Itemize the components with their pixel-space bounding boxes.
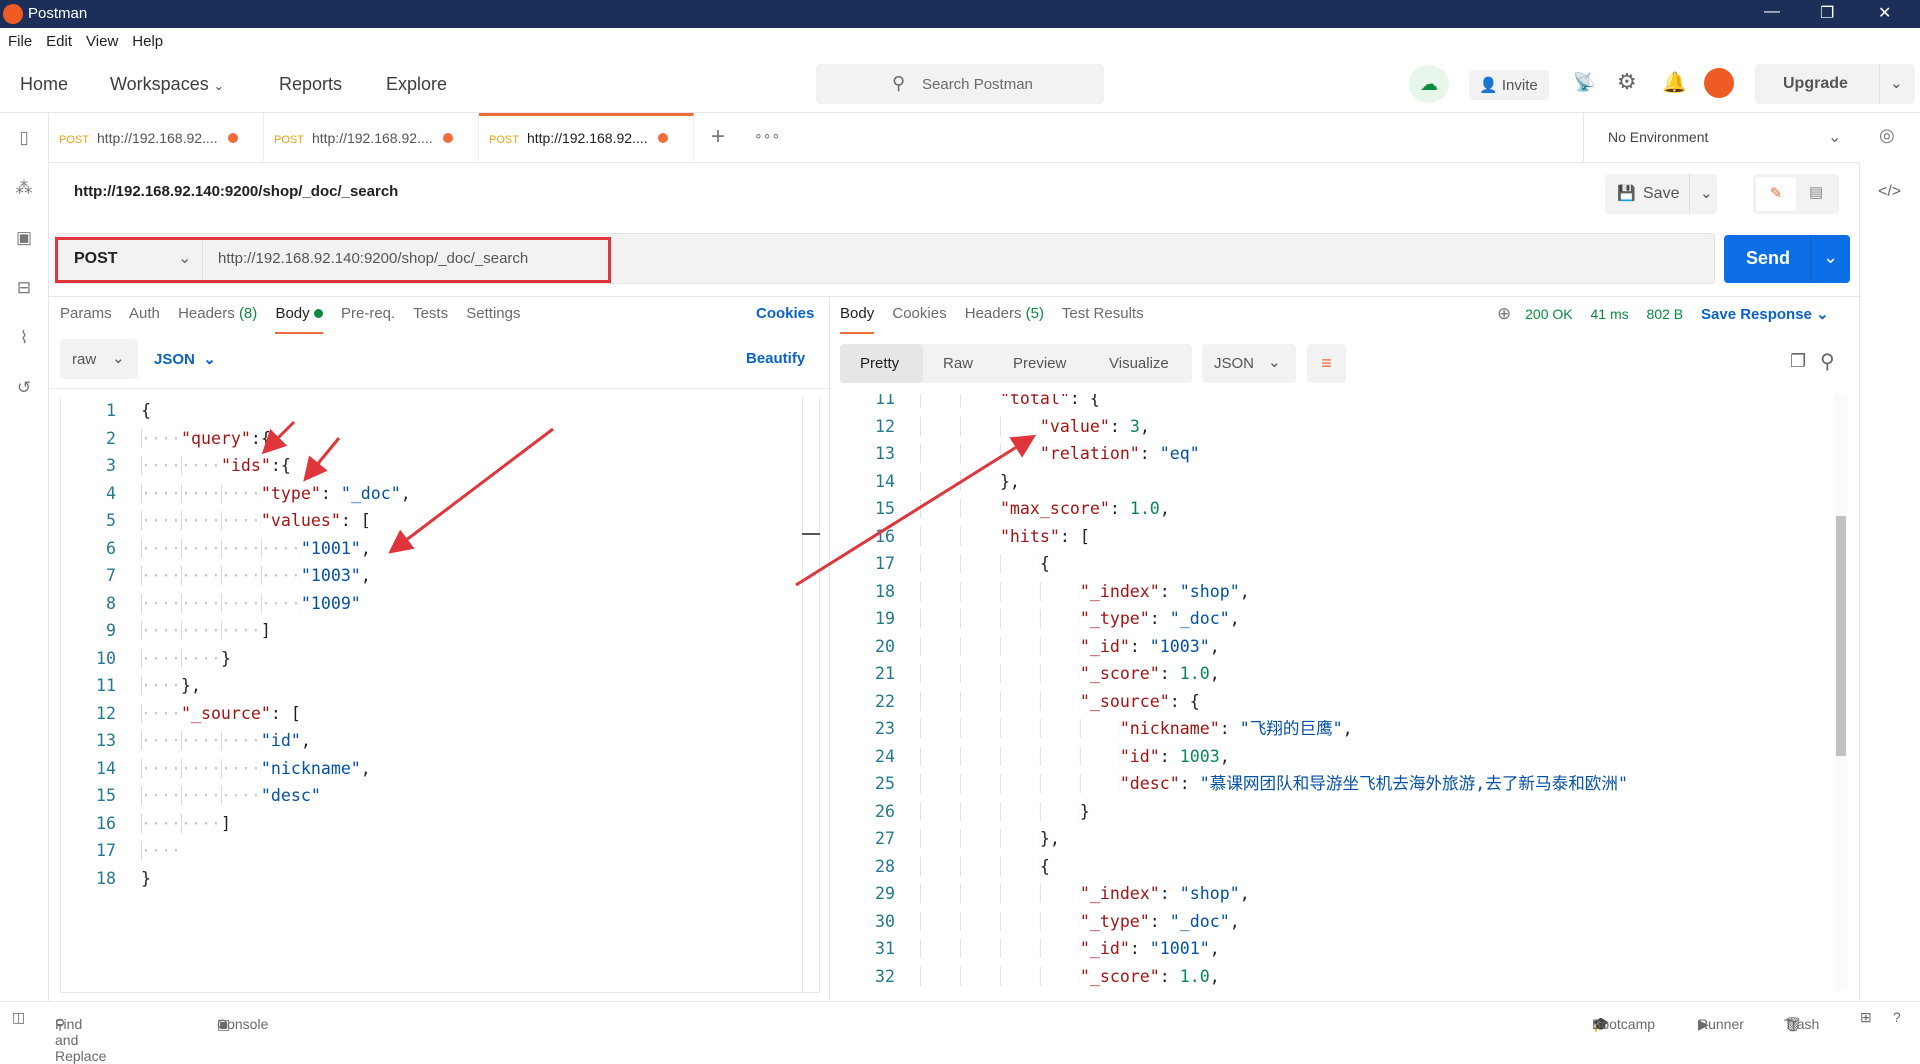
annotation-arrow bbox=[261, 420, 296, 455]
help-icon[interactable]: ? bbox=[1893, 1009, 1901, 1025]
annotation-arrow bbox=[303, 437, 341, 482]
two-pane-icon[interactable]: ⊞ bbox=[1860, 1009, 1872, 1026]
status-bar: ◫ ⚲ Find and Replace ▣ Console 🎓 Bootcam… bbox=[0, 1001, 1920, 1064]
find-label: Find and Replace bbox=[55, 1016, 107, 1064]
annotation-arrow bbox=[795, 434, 1037, 587]
annotation-arrows bbox=[261, 420, 1037, 587]
toggle-sidebar-icon[interactable]: ◫ bbox=[12, 1009, 25, 1026]
annotation-arrow bbox=[388, 427, 554, 554]
